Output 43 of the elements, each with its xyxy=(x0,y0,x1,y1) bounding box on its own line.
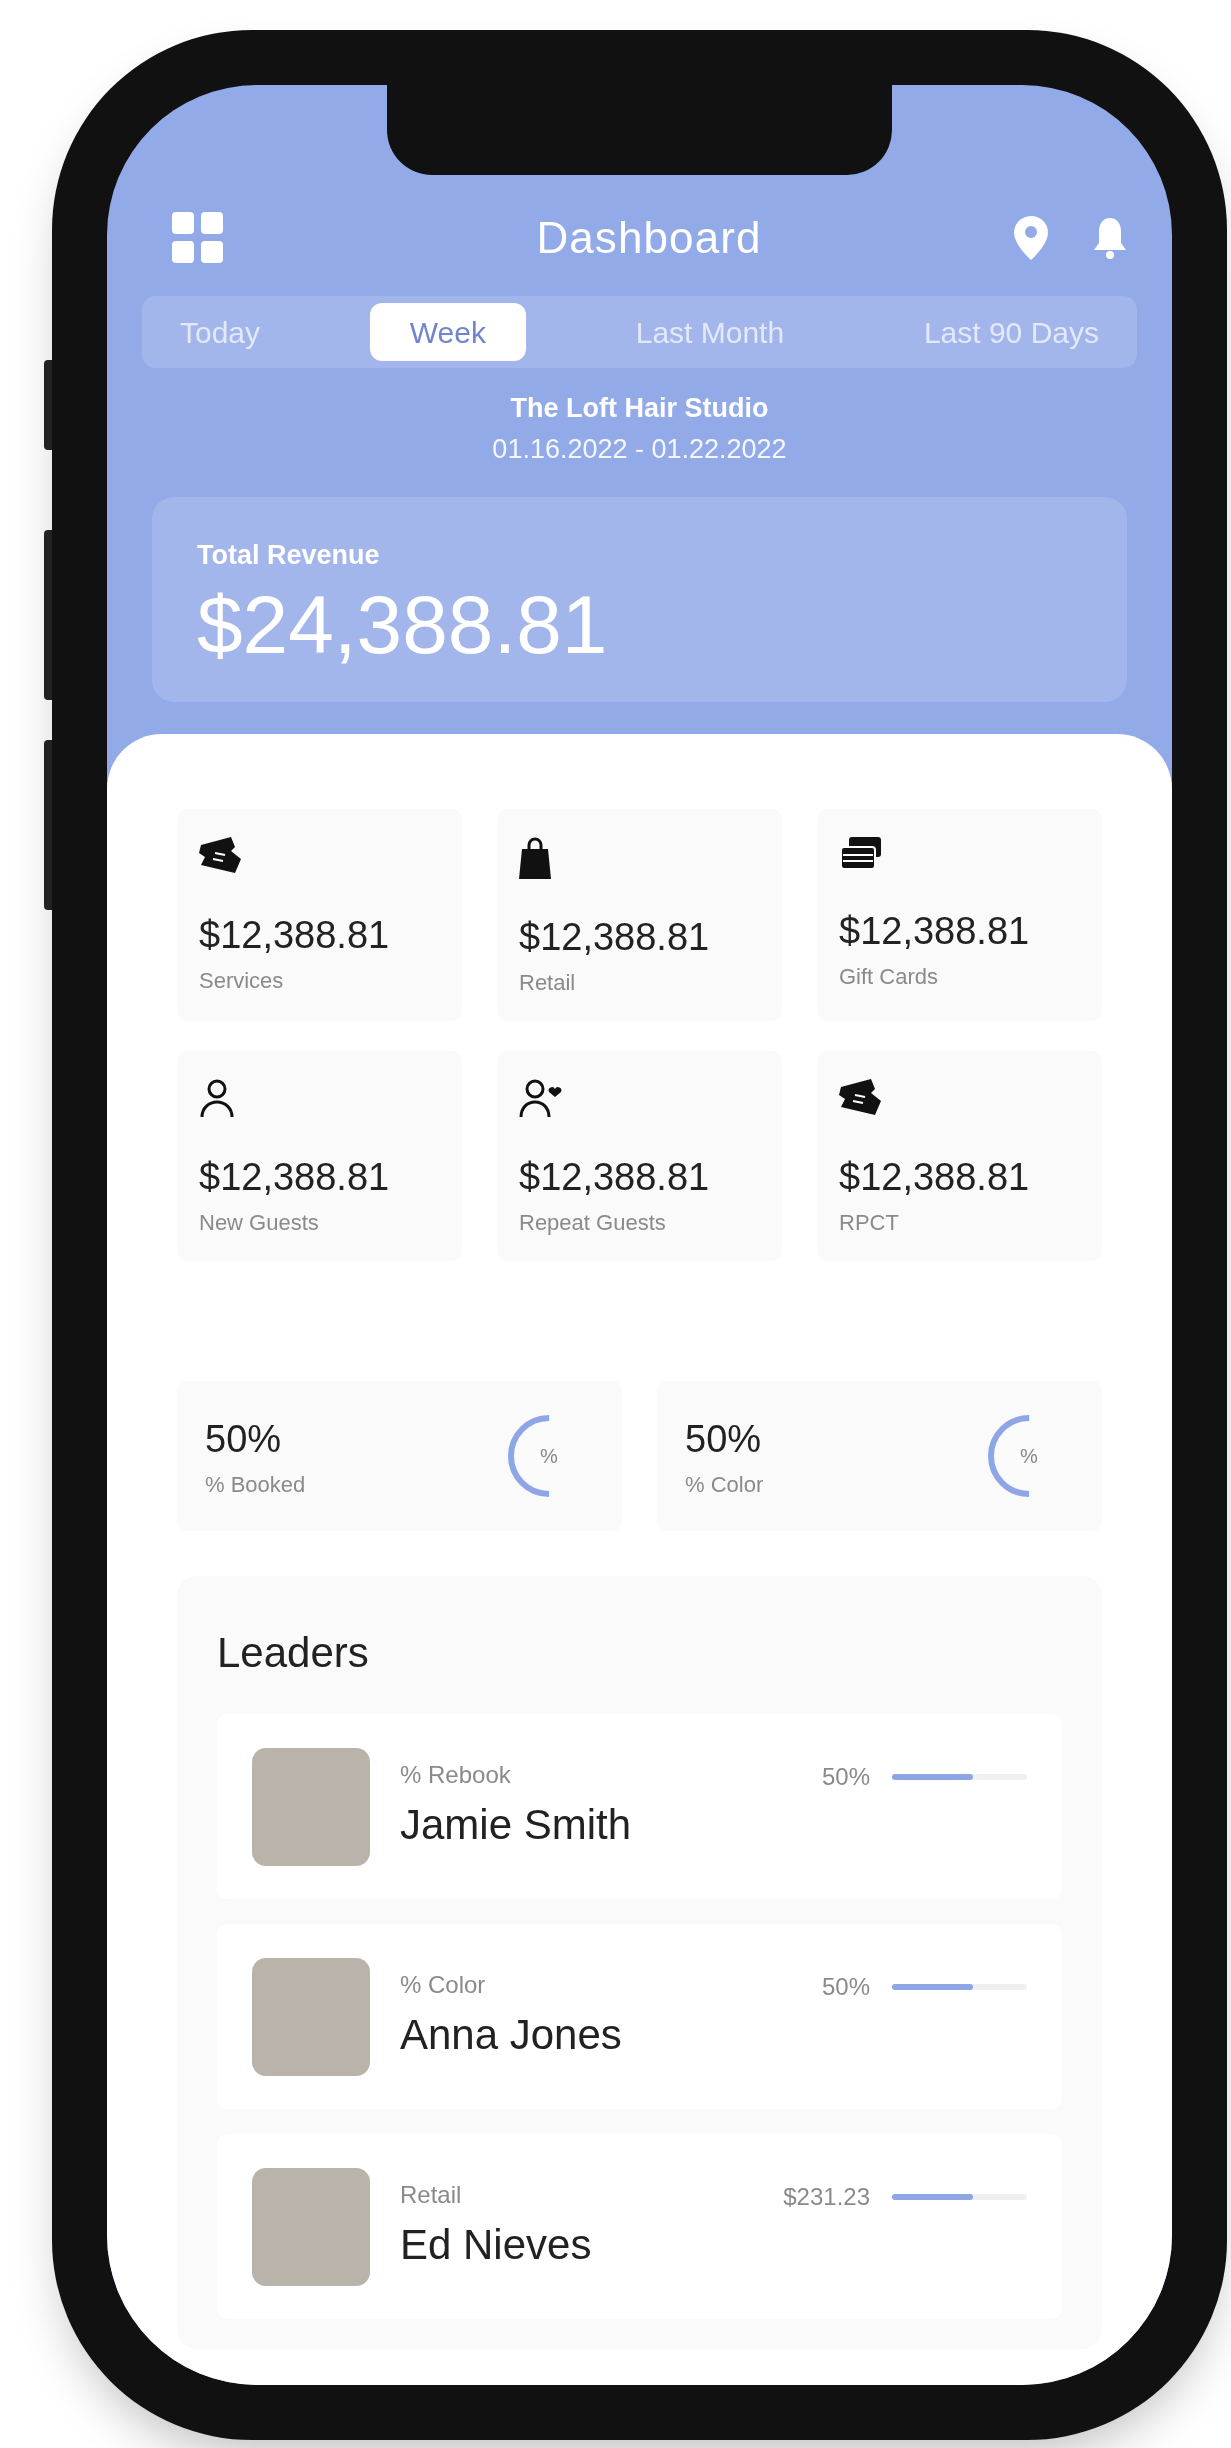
leader-value: 50% xyxy=(821,1972,870,2002)
rate-value: 50% xyxy=(205,1417,283,1462)
section-title: Leaders xyxy=(217,1628,370,1678)
rate-label: % Booked xyxy=(205,1471,306,1499)
stat-label: Services xyxy=(199,967,285,995)
leader-value: 50% xyxy=(821,1762,870,1792)
stat-label: Retail xyxy=(519,969,577,997)
stat-value: $12,388.81 xyxy=(199,1155,391,1200)
screen-title: Dashboard xyxy=(536,212,762,264)
date-range: 01.16.2022 - 01.22.2022 xyxy=(492,432,787,466)
revenue-label: Total Revenue xyxy=(197,539,381,572)
period-tab[interactable]: Week xyxy=(369,303,526,361)
rate-label: % Color xyxy=(685,1471,764,1499)
leader-value: $231.23 xyxy=(783,2182,870,2212)
leader-metric: % Color xyxy=(400,1970,487,2000)
stat-label: Repeat Guests xyxy=(519,1209,667,1237)
stat-label: Gift Cards xyxy=(839,963,940,991)
stat-value: $12,388.81 xyxy=(519,915,711,960)
grid-menu-icon[interactable] xyxy=(172,212,224,264)
revenue-amount: $24,388.81 xyxy=(197,583,609,666)
stat-value: $12,388.81 xyxy=(199,913,391,958)
leader-name: Ed Nieves xyxy=(400,2220,593,2270)
leader-row[interactable]: Retail Ed Nieves $231.23 xyxy=(217,2134,1062,2319)
stat-value: $12,388.81 xyxy=(839,909,1031,954)
bell-icon[interactable] xyxy=(1093,216,1127,260)
ring-label: % xyxy=(540,1444,558,1469)
location-pin-icon[interactable] xyxy=(1014,216,1048,260)
stat-value: $12,388.81 xyxy=(519,1155,711,1200)
stat-value: $12,388.81 xyxy=(839,1155,1031,1200)
leader-metric: % Rebook xyxy=(400,1760,512,1790)
leader-row[interactable]: % Rebook Jamie Smith 50% xyxy=(217,1714,1062,1899)
leader-name: Jamie Smith xyxy=(400,1800,633,1850)
business-name: The Loft Hair Studio xyxy=(510,392,769,425)
ring-label: % xyxy=(1020,1444,1038,1469)
person-heart-icon xyxy=(519,1079,563,1119)
person-icon xyxy=(199,1079,235,1119)
rate-value: 50% xyxy=(685,1417,763,1462)
leader-metric: Retail xyxy=(400,2180,463,2210)
stat-label: New Guests xyxy=(199,1209,320,1237)
leader-name: Anna Jones xyxy=(400,2010,623,2060)
stat-label: RPCT xyxy=(839,1209,900,1237)
shopping-bag-icon xyxy=(519,837,551,879)
leader-row[interactable]: % Color Anna Jones 50% xyxy=(217,1924,1062,2109)
